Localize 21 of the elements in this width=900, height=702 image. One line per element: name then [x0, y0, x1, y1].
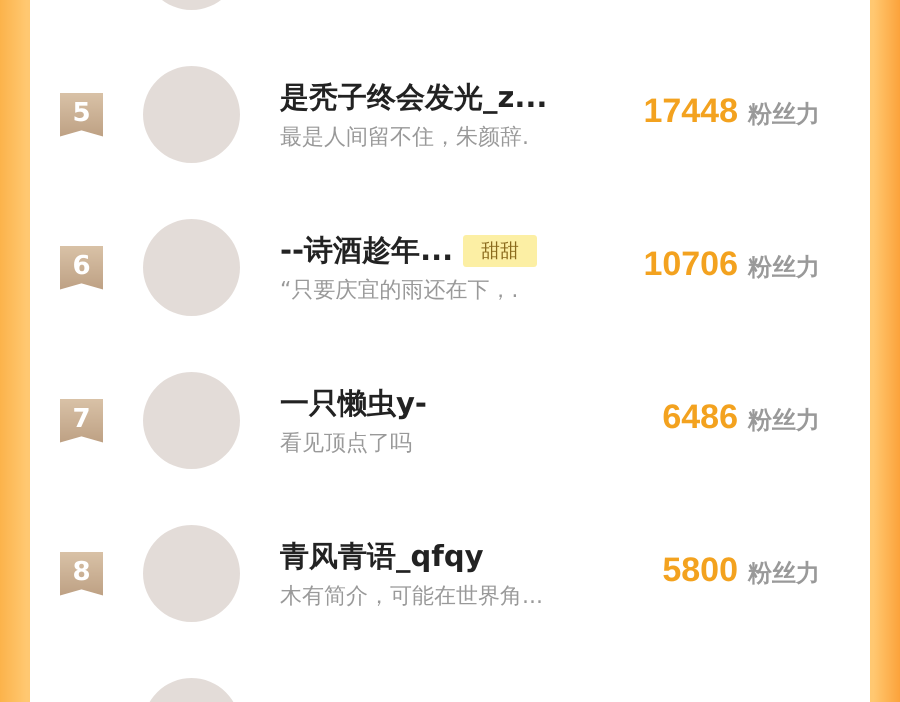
fan-score: 10706 [643, 245, 738, 284]
rank-badge: 7 [60, 398, 103, 442]
rank-badge: 8 [60, 552, 103, 596]
user-name: 一只懒虫y- [280, 384, 427, 422]
user-bio: “只要庆宜的雨还在下，. [280, 276, 520, 304]
user-bio: 最是人间留不住，朱颜辞. [280, 124, 530, 152]
user-name: 是秃子终会发光_z... [280, 78, 548, 116]
user-name: 青风青语_qfqy [280, 538, 484, 575]
user-bio: 看见顶点了吗 [280, 430, 413, 458]
user-tag: 甜甜 [463, 234, 538, 266]
fan-score: 5800 [662, 551, 738, 590]
user-name: --诗酒趁年... [280, 232, 454, 268]
score-unit: 粉丝力 [748, 405, 820, 436]
score-unit: 粉丝力 [748, 252, 820, 283]
score-unit: 粉丝力 [748, 99, 820, 130]
fan-score: 17448 [643, 92, 738, 131]
score-unit: 粉丝力 [748, 558, 820, 589]
rank-badge: 6 [60, 246, 103, 290]
user-bio: 木有简介，可能在世界角... [280, 582, 544, 610]
rank-badge: 5 [60, 92, 103, 136]
fan-score: 6486 [662, 398, 738, 437]
